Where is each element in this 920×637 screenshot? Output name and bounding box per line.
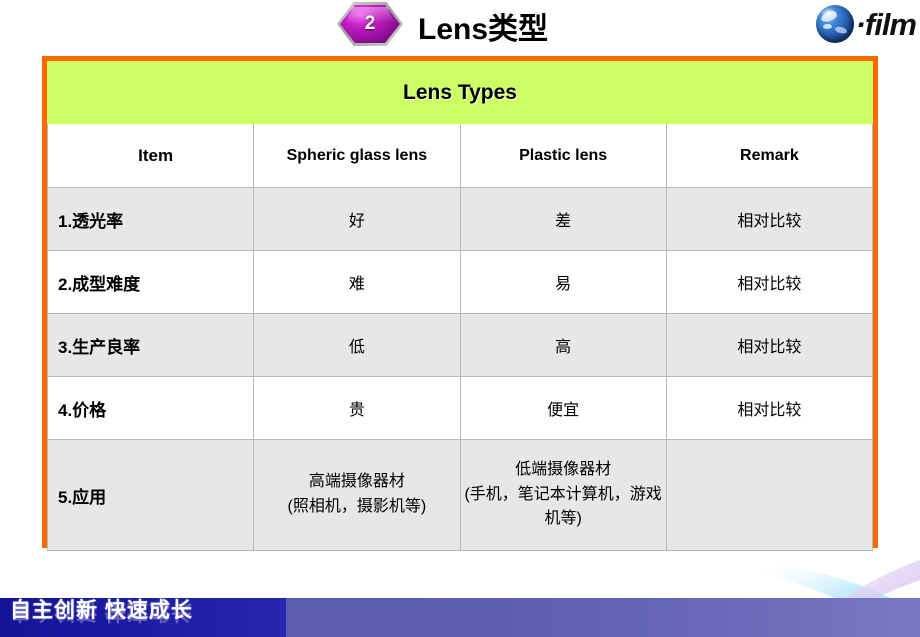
row-remark-value: 相对比较	[665, 187, 874, 251]
table-row: 4.价格 贵 便宜 相对比较	[46, 376, 874, 440]
row-plastic-value: 高	[459, 313, 667, 377]
row-remark-value: 相对比较	[665, 376, 874, 440]
table-row: 2.成型难度 难 易 相对比较	[46, 250, 874, 314]
globe-landmass-c	[834, 25, 848, 35]
lens-types-table: Lens Types Item Spheric glass lens Plast…	[46, 61, 874, 551]
row-item-label: 4.价格	[46, 376, 255, 440]
row-item-label: 1.透光率	[46, 187, 255, 251]
slide-footer: 自主创新 快速成长 自主创新 快速成长	[0, 598, 920, 637]
table-row: 1.透光率 好 差 相对比较	[46, 187, 874, 251]
row-remark-value: 相对比较	[665, 313, 874, 377]
table-row: 5.应用 高端摄像器材 (照相机，摄影机等) 低端摄像器材 (手机，笔记本计算机…	[46, 439, 874, 551]
table-row: 3.生产良率 低 高 相对比较	[46, 313, 874, 377]
slide-header: 2 Lens类型 ·film	[0, 0, 920, 52]
table-banner-text: Lens Types	[403, 80, 517, 104]
row-plastic-line2: (手机，笔记本计算机，游戏机等)	[464, 485, 662, 528]
step-number-badge: 2	[337, 2, 403, 46]
row-glass-value: 贵	[253, 376, 461, 440]
table-header-row: Item Spheric glass lens Plastic lens Rem…	[46, 123, 874, 188]
page-title: Lens类型	[418, 13, 549, 46]
row-glass-line2: (照相机，摄影机等)	[287, 498, 427, 515]
row-plastic-line1: 低端摄像器材	[515, 460, 612, 478]
row-remark-value: 相对比较	[665, 250, 874, 314]
row-glass-value: 难	[253, 250, 461, 314]
column-header-item: Item	[46, 123, 255, 188]
row-plastic-value: 差	[459, 187, 667, 251]
row-item-label: 3.生产良率	[46, 313, 255, 377]
badge-number: 2	[364, 13, 376, 34]
column-header-plastic: Plastic lens	[459, 123, 667, 188]
table-banner-cell: Lens Types	[47, 61, 873, 124]
company-logo: ·film	[815, 2, 917, 46]
logo-wordmark: ·film	[855, 6, 917, 42]
table-banner-row: Lens Types	[47, 61, 873, 124]
row-item-label: 5.应用	[46, 439, 255, 551]
lens-types-table-frame: Lens Types Item Spheric glass lens Plast…	[42, 56, 878, 551]
row-plastic-value: 易	[459, 250, 667, 314]
row-glass-value: 高端摄像器材 (照相机，摄影机等)	[253, 439, 461, 551]
footer-slogan-reflection: 自主创新 快速成长	[10, 602, 193, 623]
globe-icon	[815, 5, 854, 43]
row-plastic-value: 便宜	[459, 376, 667, 440]
row-glass-line1: 高端摄像器材	[308, 473, 405, 491]
column-header-remark: Remark	[665, 123, 874, 188]
globe-highlight	[820, 8, 836, 18]
swoosh-shape-1	[750, 560, 920, 600]
column-header-glass: Spheric glass lens	[253, 123, 461, 188]
row-remark-value	[665, 439, 874, 551]
row-glass-value: 好	[253, 187, 461, 251]
row-plastic-value: 低端摄像器材 (手机，笔记本计算机，游戏机等)	[459, 439, 667, 551]
row-item-label: 2.成型难度	[46, 250, 255, 314]
row-glass-value: 低	[253, 313, 461, 377]
globe-landmass-b	[822, 24, 832, 29]
